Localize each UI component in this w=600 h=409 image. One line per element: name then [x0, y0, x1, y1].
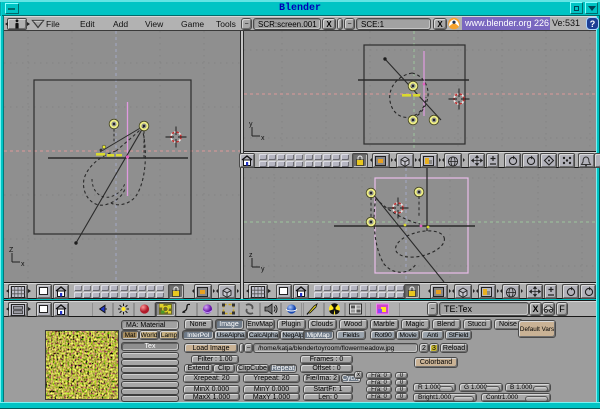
svg-text:z: z: [249, 252, 253, 259]
svg-text:y: y: [249, 121, 253, 128]
svg-text:x: x: [21, 261, 25, 268]
svg-text:x: x: [261, 135, 265, 142]
svg-text:Z: Z: [9, 247, 14, 254]
svg-text:y: y: [261, 266, 265, 273]
